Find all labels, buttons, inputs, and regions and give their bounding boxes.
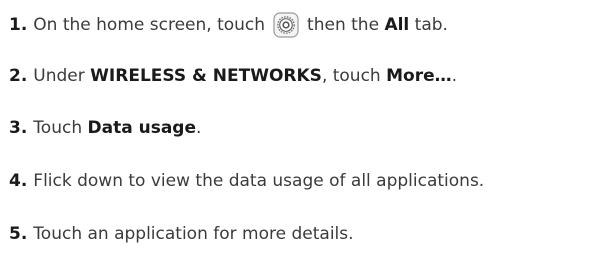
step-bold-text: All [384,15,410,35]
step-2: 2. Under WIRELESS & NETWORKS , touch Mor… [9,66,457,86]
step-text: Touch [33,118,83,138]
step-text: Touch an application for more details. [33,224,354,244]
step-4: 4. Flick down to view the data usage of … [9,171,484,191]
step-text: Flick down to view the data usage of all… [33,171,485,191]
step-text: Under [33,66,85,86]
step-bold-text: More… [386,66,452,86]
step-text: , touch [321,66,381,86]
step-number: 3. [9,118,28,138]
step-text: On the home screen, touch [33,15,266,35]
step-bold-text: WIRELESS & NETWORKS [90,66,322,86]
step-number: 5. [9,224,28,244]
step-bold-text: Data usage [87,118,197,138]
step-text: tab. [414,15,448,35]
step-number: 1. [9,15,28,35]
step-1: 1. On the home screen, touch then the Al… [9,12,448,38]
step-text: . [196,118,202,138]
step-5: 5. Touch an application for more details… [9,224,354,244]
step-text: . [451,66,458,86]
step-text: then the [307,15,380,35]
settings-gear-icon [273,12,299,38]
step-number: 2. [9,66,28,86]
step-3: 3. Touch Data usage . [9,118,201,138]
step-number: 4. [9,171,28,191]
